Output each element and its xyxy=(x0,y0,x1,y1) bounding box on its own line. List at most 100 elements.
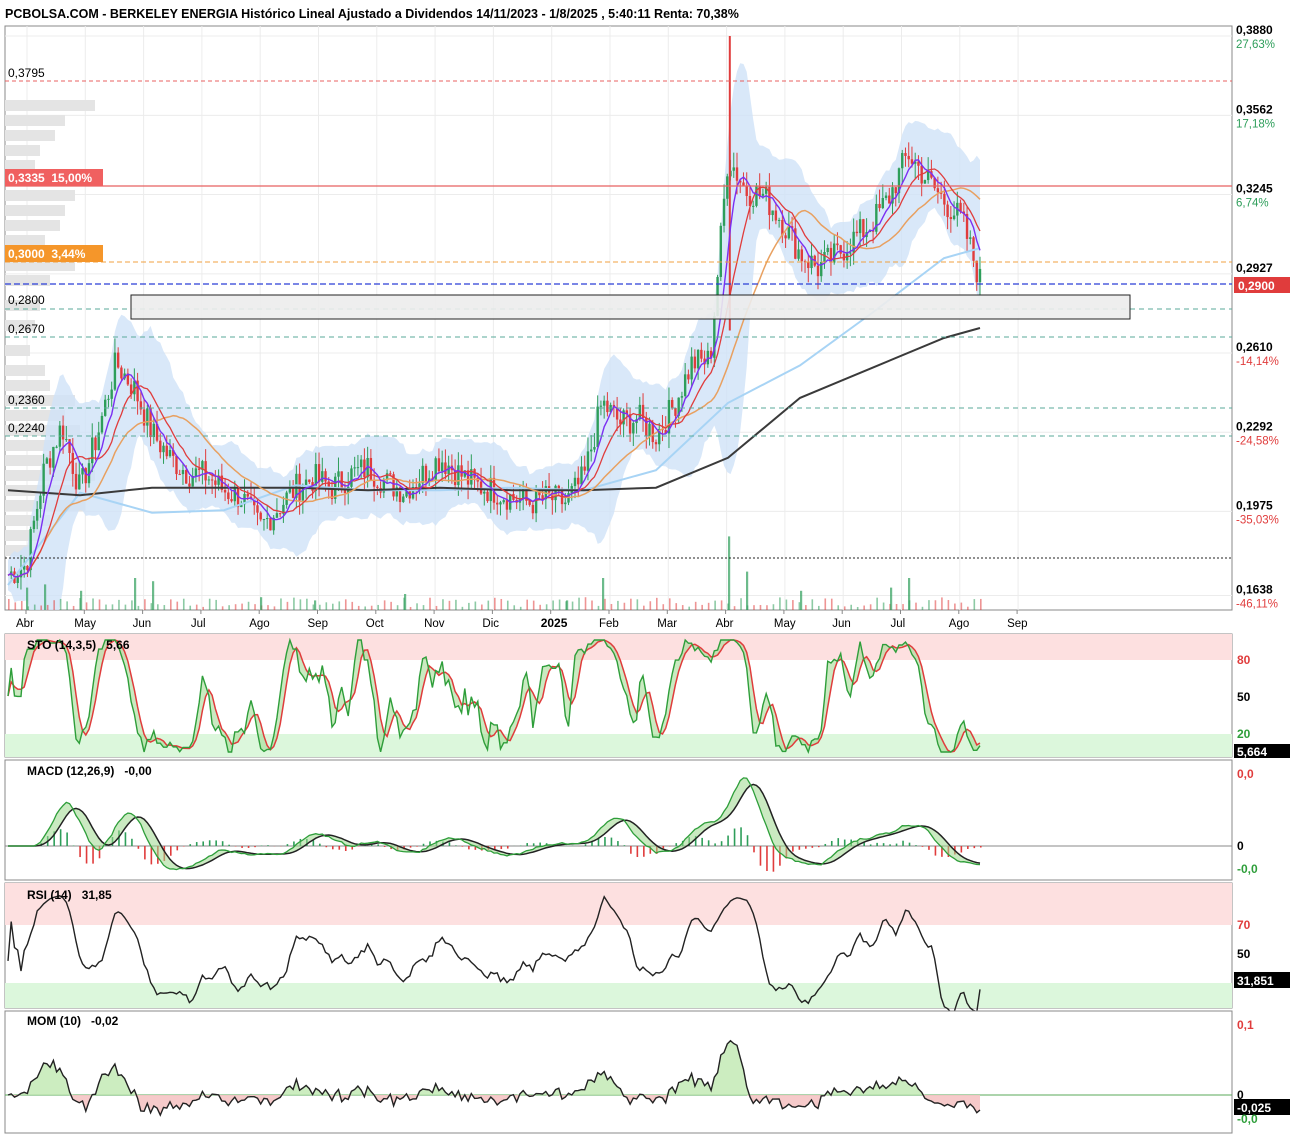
macd-hist-bar xyxy=(636,846,639,857)
candle-body xyxy=(116,352,120,368)
candle-body xyxy=(593,447,596,450)
candle-body xyxy=(269,518,272,531)
candle-body xyxy=(573,477,577,487)
candle-body xyxy=(946,204,949,218)
candle-body xyxy=(586,451,590,471)
candle-body xyxy=(45,458,49,464)
volume-bar xyxy=(383,600,386,610)
macd-hist-bar xyxy=(610,837,613,846)
volume-bar xyxy=(157,604,159,610)
candle-body xyxy=(359,459,363,468)
candle-body xyxy=(444,462,447,474)
macd-hist-bar xyxy=(843,839,846,846)
volume-bar xyxy=(176,601,179,610)
candle-body xyxy=(564,502,567,505)
candle-body xyxy=(745,185,748,196)
volume-bar xyxy=(20,601,23,610)
macd-hist-bar xyxy=(604,837,606,846)
candle-body xyxy=(975,260,978,283)
candle-body xyxy=(823,252,826,263)
candle-body xyxy=(816,265,820,277)
volume-profile-bar xyxy=(5,365,45,376)
volume-bar xyxy=(617,600,619,610)
candle-body xyxy=(742,182,745,186)
volume-bar xyxy=(941,597,943,610)
candle-body xyxy=(340,471,343,489)
macd-hist-bar xyxy=(798,846,801,850)
volume-bar xyxy=(980,598,982,610)
volume-bar xyxy=(714,600,716,610)
candle-body xyxy=(178,474,181,476)
candle-body xyxy=(372,480,376,487)
volume-bar xyxy=(766,605,768,610)
macd-level-zero: 0 xyxy=(1237,839,1244,853)
volume-bar xyxy=(299,599,302,610)
candle-body xyxy=(52,446,55,468)
volume-bar xyxy=(973,599,976,610)
macd-hist-bar xyxy=(837,838,840,846)
macd-hist-bar xyxy=(973,846,976,849)
macd-hist-bar xyxy=(889,844,891,846)
rsi-value-label: 31,851 xyxy=(1237,974,1274,988)
volume-bar xyxy=(448,600,451,610)
volume-bar xyxy=(890,587,893,610)
volume-bar xyxy=(733,606,736,610)
x-tick-4: Ago xyxy=(249,618,269,630)
macd-hist-bar xyxy=(753,846,755,853)
volume-bar xyxy=(532,600,535,610)
level-0-3335: 0,3335 15,00% xyxy=(8,171,92,185)
candle-body xyxy=(722,198,726,226)
volume-bar xyxy=(137,605,140,610)
candle-body xyxy=(486,491,489,502)
volume-bar xyxy=(254,604,256,610)
price-pct-7: -46,11% xyxy=(1236,599,1278,611)
macd-hist-bar xyxy=(409,846,412,848)
candle-body xyxy=(693,356,697,369)
volume-bar xyxy=(720,600,723,610)
level-0-2800: 0,2800 xyxy=(8,293,45,307)
volume-bar xyxy=(370,605,373,610)
macd-hist-bar xyxy=(461,846,464,847)
volume-bar xyxy=(215,599,217,610)
candle-body xyxy=(952,215,956,220)
volume-bar xyxy=(377,604,379,610)
candle-body xyxy=(590,449,593,452)
candle-body xyxy=(632,423,635,434)
candle-body xyxy=(376,486,379,489)
volume-bar xyxy=(357,605,360,610)
volume-bar xyxy=(105,604,107,610)
volume-bar xyxy=(772,604,775,610)
candle-body xyxy=(424,465,428,483)
macd-hist-bar xyxy=(448,842,451,846)
rsi-label: RSI (14) 31,85 xyxy=(27,888,112,902)
candle-body xyxy=(230,499,233,502)
volume-bar xyxy=(740,598,742,610)
volume-bar xyxy=(396,605,399,610)
macd-hist-bar xyxy=(643,846,645,857)
macd-hist-bar xyxy=(908,842,911,846)
macd-hist-bar xyxy=(759,846,762,866)
volume-bar xyxy=(759,604,762,610)
candle-body xyxy=(502,500,505,503)
price-tick-1: 0,3562 xyxy=(1236,102,1273,116)
volume-bar xyxy=(701,604,703,610)
volume-profile-bar xyxy=(5,380,50,391)
volume-bar xyxy=(487,600,490,610)
candle-body xyxy=(107,398,110,400)
macd-hist-bar xyxy=(500,846,503,850)
volume-bar xyxy=(519,606,522,610)
candle-body xyxy=(499,502,502,505)
macd-hist-bar xyxy=(455,845,457,846)
price-tick-3: 0,2927 xyxy=(1236,261,1273,275)
candle-body xyxy=(826,247,829,253)
candle-body xyxy=(719,225,722,277)
volume-bar xyxy=(208,598,211,610)
candle-body xyxy=(165,445,168,457)
candle-body xyxy=(648,423,651,437)
candle-body xyxy=(797,249,800,259)
macd-hist-bar xyxy=(312,840,315,846)
volume-bar xyxy=(856,606,859,610)
volume-bar xyxy=(461,606,464,610)
candle-body xyxy=(185,470,188,484)
macd-hist-bar xyxy=(189,844,192,846)
